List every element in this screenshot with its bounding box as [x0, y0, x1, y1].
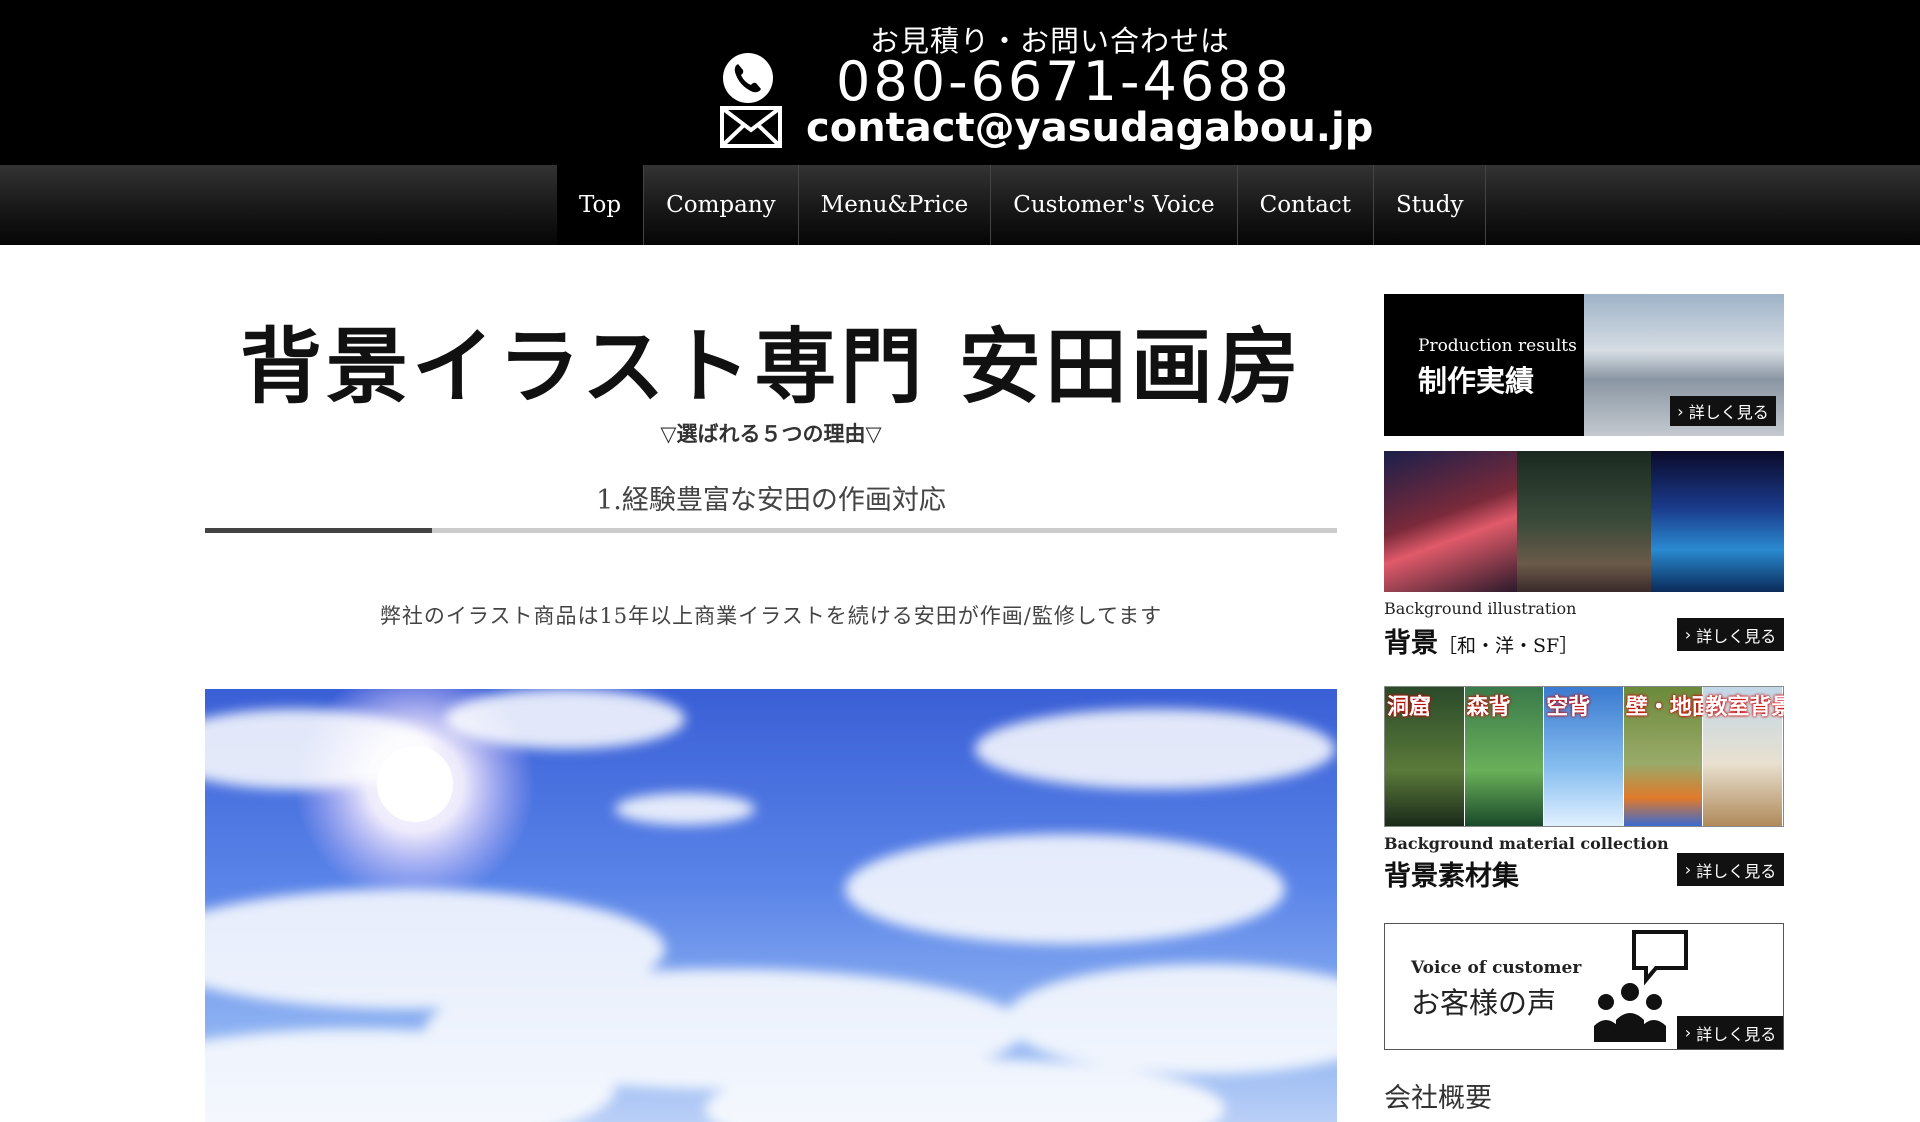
background-material-banner[interactable]: 洞窟 森背 空背 壁・地面 教室背景 Background material c…	[1384, 686, 1784, 888]
background-thumbnails	[1384, 451, 1784, 592]
detail-label: 詳しく見る	[1696, 626, 1777, 646]
production-results-jp: 制作実績	[1418, 364, 1535, 398]
detail-label: 詳しく見る	[1696, 861, 1777, 881]
background-thumb-western	[1517, 451, 1651, 592]
background-detail-button[interactable]: › 詳しく見る	[1677, 618, 1784, 651]
production-results-en: Production results	[1418, 336, 1577, 356]
background-illustration-jp: 背景［和・洋・SF］	[1384, 621, 1578, 658]
background-subtitle: ［和・洋・SF］	[1438, 635, 1579, 657]
section-title: 1.経験豊富な安田の作画対応	[596, 485, 946, 516]
background-thumb-scifi	[1650, 451, 1784, 592]
material-detail-button[interactable]: › 詳しく見る	[1677, 853, 1784, 886]
production-results-detail-button[interactable]: › 詳しく見る	[1670, 396, 1776, 426]
material-thumb-label: 森背	[1466, 695, 1511, 720]
mail-icon	[720, 106, 782, 148]
material-thumb-label: 壁・地面	[1625, 695, 1714, 720]
hero-sky-image	[205, 689, 1337, 1122]
site-header: お見積り・お問い合わせは 080-6671-4688 contact@yasud…	[0, 0, 1920, 165]
material-thumb-classroom: 教室背景	[1703, 687, 1784, 826]
phone-icon	[723, 53, 773, 103]
production-results-banner[interactable]: Production results 制作実績 › 詳しく見る	[1384, 294, 1784, 436]
main-nav: Top Company Menu&Price Customer's Voice …	[0, 165, 1920, 245]
people-speech-icon	[1594, 930, 1688, 1042]
nav-item-top[interactable]: Top	[557, 165, 645, 245]
company-overview-heading: 会社概要	[1384, 1083, 1492, 1114]
background-thumb-japanese	[1384, 451, 1518, 592]
background-illustration-banner[interactable]: Background illustration 背景［和・洋・SF］ › 詳しく…	[1384, 451, 1784, 658]
sky-clouds-illustration	[205, 689, 1337, 1122]
detail-label: 詳しく見る	[1696, 1024, 1777, 1044]
material-thumb-wall-ground: 壁・地面	[1623, 687, 1714, 826]
customer-voice-en: Voice of customer	[1411, 958, 1582, 978]
brand-title: 背景イラスト専門 安田画房	[240, 319, 1303, 415]
section-description: 弊社のイラスト商品は15年以上商業イラストを続ける安田が作画/監修してます	[379, 604, 1163, 628]
material-thumb-label: 教室背景	[1705, 695, 1784, 720]
customer-voice-jp: お客様の声	[1411, 986, 1557, 1020]
material-thumb-cave: 洞窟	[1385, 687, 1465, 826]
chevron-right-icon: ›	[1684, 1023, 1697, 1042]
background-material-en: Background material collection	[1384, 834, 1669, 853]
nav-item-customers-voice[interactable]: Customer's Voice	[991, 165, 1238, 245]
material-thumb-label: 洞窟	[1387, 695, 1432, 720]
background-material-jp: 背景素材集	[1384, 861, 1519, 888]
chevron-right-icon: ›	[1677, 401, 1689, 421]
material-thumb-sky: 空背	[1544, 687, 1624, 826]
customer-voice-detail-button[interactable]: › 詳しく見る	[1677, 1016, 1783, 1049]
email-link[interactable]: contact@yasudagabou.jp	[806, 104, 1373, 152]
material-thumb-forest: 森背	[1464, 687, 1545, 826]
nav-item-study[interactable]: Study	[1374, 165, 1487, 245]
nav-item-company[interactable]: Company	[644, 165, 799, 245]
section-divider	[205, 528, 1337, 533]
customer-voice-banner[interactable]: Voice of customer お客様の声 › 詳しく見る	[1384, 923, 1784, 1050]
detail-label: 詳しく見る	[1688, 403, 1769, 422]
section-divider-accent	[205, 528, 432, 533]
reasons-heading: ▽選ばれる５つの理由▽	[660, 421, 882, 446]
material-thumb-label: 空背	[1546, 695, 1591, 720]
chevron-right-icon: ›	[1684, 860, 1697, 879]
nav-item-menu-price[interactable]: Menu&Price	[799, 165, 992, 245]
nav-item-contact[interactable]: Contact	[1238, 165, 1374, 245]
phone-number[interactable]: 080-6671-4688	[836, 52, 1292, 112]
background-illustration-en: Background illustration	[1384, 599, 1577, 618]
material-thumbnails: 洞窟 森背 空背 壁・地面 教室背景	[1384, 686, 1784, 827]
background-title: 背景	[1384, 628, 1438, 658]
chevron-right-icon: ›	[1684, 625, 1697, 644]
